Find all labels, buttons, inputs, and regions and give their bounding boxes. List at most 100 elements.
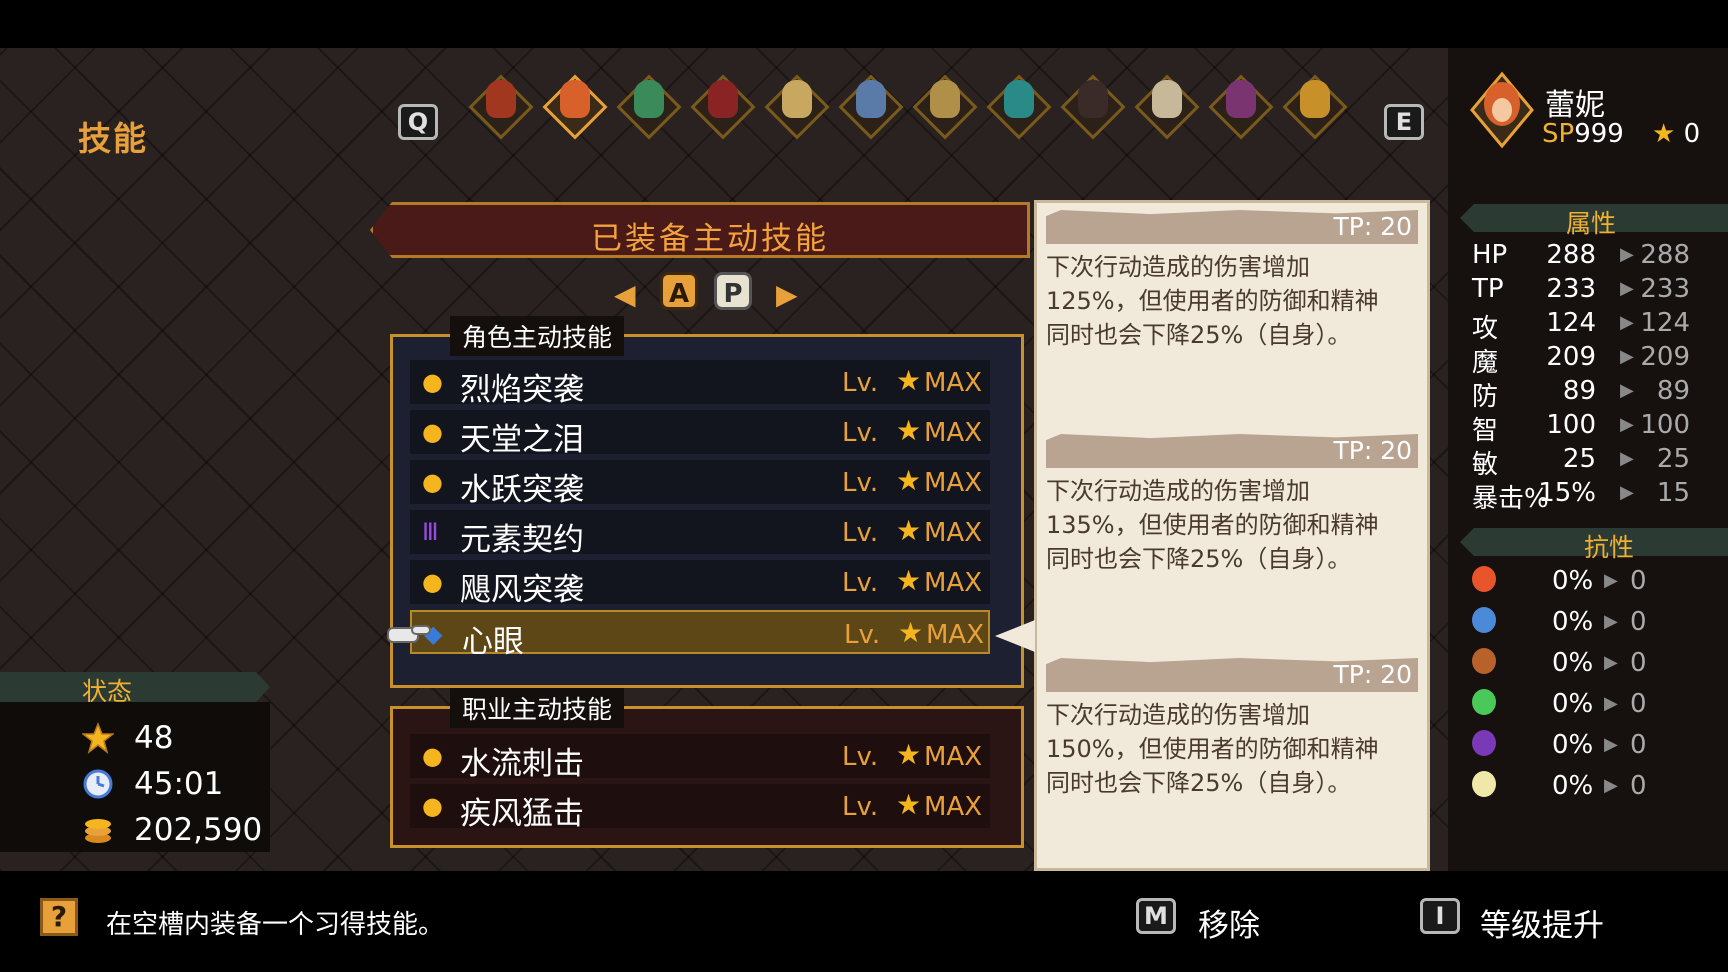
attribute-current: 209 — [1546, 342, 1596, 372]
resistance-current: 0% — [1552, 771, 1594, 801]
water-icon — [1472, 607, 1496, 633]
portrait-face — [560, 80, 590, 118]
level-star-icon: ★ — [896, 464, 922, 497]
level-star-icon: ★ — [898, 616, 924, 649]
hint-text: 在空槽内装备一个习得技能。 — [106, 910, 445, 940]
character-portrait-c1[interactable] — [468, 74, 534, 140]
attribute-next: 100 — [1640, 410, 1690, 440]
tab-prev-arrow-icon[interactable]: ◀ — [614, 278, 636, 311]
equipped-skills-title: 已装备主动技能 — [591, 221, 829, 257]
portrait-face — [634, 80, 664, 118]
tab-active-skills[interactable]: A — [660, 272, 698, 310]
character-portrait-c9[interactable] — [1060, 74, 1126, 140]
skill-level-max: MAX — [926, 620, 985, 650]
skill-row[interactable]: Ⅲ 元素契约 Lv. ★ MAX — [410, 510, 990, 558]
tp-cost: TP: 20 — [1333, 660, 1412, 689]
skill-row[interactable]: ● 天堂之泪 Lv. ★ MAX — [410, 410, 990, 458]
levelup-button[interactable]: 等级提升 — [1480, 900, 1604, 945]
character-portrait-c10[interactable] — [1134, 74, 1200, 140]
bulb-icon: ● — [422, 792, 443, 820]
character-portrait-c4[interactable] — [690, 74, 756, 140]
arrow-icon: ▶ — [1620, 414, 1634, 435]
wind-icon — [1472, 689, 1496, 715]
triple-bar-icon: Ⅲ — [422, 518, 439, 546]
character-portrait-c11[interactable] — [1208, 74, 1274, 140]
sp-display: SP999 — [1542, 119, 1624, 149]
portrait-face — [486, 80, 516, 118]
level-star-icon: ★ — [896, 564, 922, 597]
skill-row[interactable]: ● 疾风猛击 Lv. ★ MAX — [410, 784, 990, 832]
description-line: 下次行动造成的伤害增加 — [1046, 701, 1310, 729]
arrow-icon: ▶ — [1620, 346, 1634, 367]
skill-row[interactable]: ● 水流刺击 Lv. ★ MAX — [410, 734, 990, 782]
attribute-name: 敏 — [1472, 450, 1499, 480]
character-portrait-c6[interactable] — [838, 74, 904, 140]
resistance-next: 0 — [1630, 648, 1647, 678]
skill-level-max: MAX — [924, 418, 983, 448]
sp-label: SP — [1542, 119, 1575, 149]
bulb-icon: ● — [422, 468, 443, 496]
resistance-current: 0% — [1552, 689, 1594, 719]
description-line: 同时也会下降25%（自身）。 — [1046, 321, 1352, 349]
portrait-face — [782, 80, 812, 118]
star-value: 0 — [1683, 119, 1701, 149]
arrow-icon: ▶ — [1604, 775, 1618, 796]
skill-row[interactable]: ◆ 心眼 Lv. ★ MAX — [410, 610, 990, 660]
resistance-next: 0 — [1630, 689, 1647, 719]
character-portrait-c5[interactable] — [764, 74, 830, 140]
character-portrait-c8[interactable] — [986, 74, 1052, 140]
class-skills-label: 职业主动技能 — [450, 688, 625, 728]
attributes-title: 属性 — [1566, 209, 1617, 238]
skill-level-label: Lv. — [842, 792, 879, 822]
skill-row[interactable]: ● 烈焰突袭 Lv. ★ MAX — [410, 360, 990, 408]
attribute-row: 攻 124 ▶ 124 — [1472, 308, 1712, 344]
skill-name: 水流刺击 — [460, 746, 584, 782]
prev-character-button[interactable]: Q — [398, 104, 438, 140]
arrow-icon: ▶ — [1604, 693, 1618, 714]
attribute-current: 288 — [1546, 240, 1596, 270]
character-portrait-c2[interactable] — [542, 74, 608, 140]
description-line: 同时也会下降25%（自身）。 — [1046, 769, 1352, 797]
status-stars-value: 48 — [134, 720, 174, 756]
skill-name: 疾风猛击 — [460, 796, 584, 832]
remove-button[interactable]: 移除 — [1198, 900, 1260, 945]
attribute-current: 100 — [1546, 410, 1596, 440]
tab-passive-skills[interactable]: P — [714, 272, 752, 310]
skill-level-label: Lv. — [842, 568, 879, 598]
skill-level-max: MAX — [924, 792, 983, 822]
skill-name: 心眼 — [462, 624, 524, 660]
character-portrait-c12[interactable] — [1282, 74, 1348, 140]
arrow-icon: ▶ — [1604, 570, 1618, 591]
level-star-icon: ★ — [896, 364, 922, 397]
tab-next-arrow-icon[interactable]: ▶ — [776, 278, 798, 311]
clock-icon — [83, 769, 113, 799]
skill-level-label: Lv. — [842, 518, 879, 548]
next-character-button[interactable]: E — [1384, 104, 1424, 140]
character-portrait-c3[interactable] — [616, 74, 682, 140]
skill-level-label: Lv. — [844, 620, 881, 650]
skill-row[interactable]: ● 飓风突袭 Lv. ★ MAX — [410, 560, 990, 608]
skill-level-max: MAX — [924, 468, 983, 498]
description-line: 125%，但使用者的防御和精神 — [1046, 287, 1379, 315]
remove-key[interactable]: M — [1136, 898, 1176, 934]
bulb-icon: ● — [422, 368, 443, 396]
attribute-row: TP 233 ▶ 233 — [1472, 274, 1712, 304]
attribute-next: 233 — [1640, 274, 1690, 304]
coins-icon — [85, 819, 111, 843]
portrait-face — [856, 80, 886, 118]
portrait-face — [1004, 80, 1034, 118]
levelup-key[interactable]: I — [1420, 898, 1460, 934]
level-star-icon: ★ — [896, 414, 922, 447]
attribute-next: 209 — [1640, 342, 1690, 372]
character-portrait-c7[interactable] — [912, 74, 978, 140]
resistance-next: 0 — [1630, 771, 1647, 801]
attribute-name: 防 — [1472, 382, 1499, 412]
attribute-row: HP 288 ▶ 288 — [1472, 240, 1712, 270]
skill-row[interactable]: ● 水跃突袭 Lv. ★ MAX — [410, 460, 990, 508]
resistance-current: 0% — [1552, 730, 1594, 760]
skill-level-label: Lv. — [842, 468, 879, 498]
resistance-row: 0% ▶ 0 — [1472, 648, 1712, 678]
fire-icon — [1472, 566, 1496, 592]
portrait-face — [1300, 80, 1330, 118]
resistance-row: 0% ▶ 0 — [1472, 771, 1712, 801]
